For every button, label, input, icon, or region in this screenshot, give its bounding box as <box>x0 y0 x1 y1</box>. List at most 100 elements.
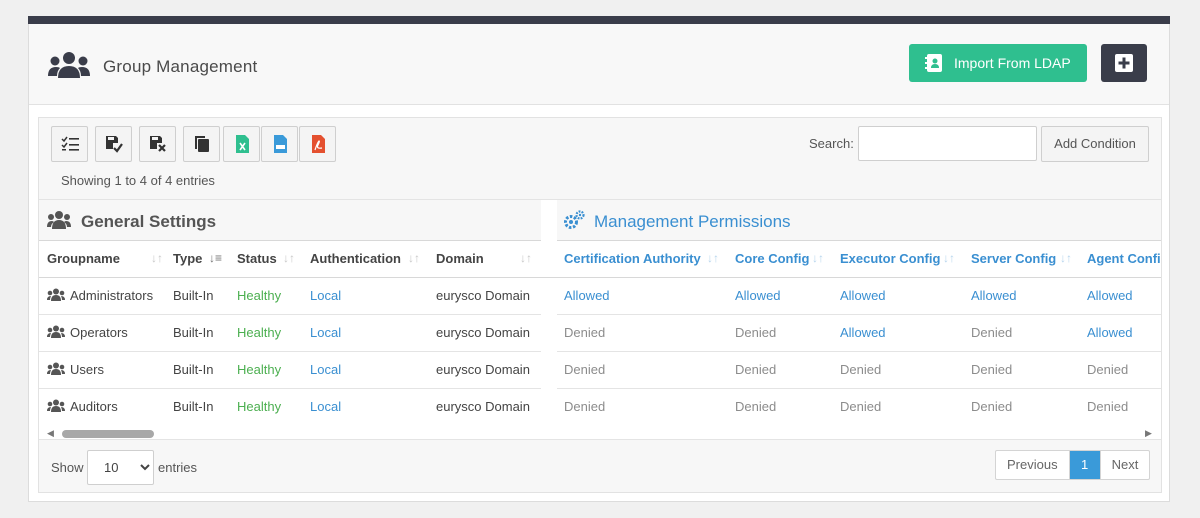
cell-executor-config: Allowed <box>840 288 886 303</box>
cell-server-config: Denied <box>971 399 1013 414</box>
add-group-button[interactable] <box>1101 44 1147 82</box>
row-divider <box>557 388 1161 389</box>
users-icon <box>47 288 65 301</box>
reset-view-button[interactable] <box>139 126 176 162</box>
cell-agent-config: Denied <box>1087 362 1129 377</box>
cell-type: Built-In <box>173 288 214 303</box>
search-input[interactable] <box>858 126 1037 161</box>
groups-table: General Settings Management Permissions … <box>39 199 1161 439</box>
column-header-agent-config[interactable]: Agent Config <box>1087 240 1161 277</box>
pdf-export-icon <box>312 135 325 153</box>
show-label: Show <box>51 460 84 475</box>
general-settings-title: General Settings <box>81 212 217 231</box>
cell-domain: eurysco Domain <box>436 362 530 377</box>
column-header-type[interactable]: Type ↓≡ <box>173 240 225 277</box>
column-header-label: Groupname <box>47 251 120 266</box>
csv-export-button[interactable] <box>261 126 298 162</box>
column-header-core-config[interactable]: Core Config ↓↑ <box>735 240 829 277</box>
scrollbar-thumb[interactable] <box>62 430 154 438</box>
column-header-label: Certification Authority <box>564 251 701 266</box>
sort-icon: ↓↑ <box>943 251 955 265</box>
column-header-label: Executor Config <box>840 251 941 266</box>
cell-groupname: Auditors <box>70 399 118 414</box>
cell-server-config: Allowed <box>971 288 1017 303</box>
import-from-ldap-label: Import From LDAP <box>954 55 1071 71</box>
column-header-status[interactable]: Status ↓↑ <box>237 240 299 277</box>
cell-agent-config: Denied <box>1087 399 1129 414</box>
cell-authentication[interactable]: Local <box>310 325 341 340</box>
row-divider <box>557 314 1161 315</box>
divider <box>39 439 1161 440</box>
horizontal-scrollbar[interactable]: ◀ ▶ <box>39 426 1161 439</box>
search-label: Search: <box>809 136 854 151</box>
cell-certification-authority: Allowed <box>564 288 610 303</box>
save-view-button[interactable] <box>95 126 132 162</box>
divider <box>39 277 1161 278</box>
entries-label: entries <box>158 460 198 475</box>
next-page-button[interactable]: Next <box>1099 451 1150 479</box>
column-header-groupname[interactable]: Groupname ↓↑ <box>47 240 163 277</box>
add-condition-button[interactable]: Add Condition <box>1041 126 1149 162</box>
cell-domain: eurysco Domain <box>436 325 530 340</box>
page-1-button[interactable]: 1 <box>1069 451 1100 479</box>
cell-certification-authority: Denied <box>564 399 606 414</box>
cell-executor-config: Denied <box>840 399 882 414</box>
cell-core-config: Denied <box>735 399 777 414</box>
column-header-executor-config[interactable]: Executor Config ↓↑ <box>840 240 964 277</box>
column-header-certification-authority[interactable]: Certification Authority ↓↑ <box>564 240 724 277</box>
column-header-server-config[interactable]: Server Config ↓↑ <box>971 240 1081 277</box>
previous-page-button[interactable]: Previous <box>996 451 1070 479</box>
general-settings-header: General Settings <box>39 200 541 240</box>
cell-domain: eurysco Domain <box>436 288 530 303</box>
sort-icon: ↓↑ <box>707 251 719 265</box>
cell-groupname: Administrators <box>70 288 154 303</box>
cell-groupname: Operators <box>70 325 128 340</box>
cell-authentication[interactable]: Local <box>310 362 341 377</box>
cell-domain: eurysco Domain <box>436 399 530 414</box>
users-icon <box>47 211 71 229</box>
column-header-domain[interactable]: Domain ↓↑ <box>436 240 534 277</box>
cell-groupname: Users <box>70 362 104 377</box>
users-icon <box>47 325 65 338</box>
showing-entries-info: Showing 1 to 4 of 4 entries <box>61 173 215 188</box>
select-all-button[interactable] <box>51 126 88 162</box>
scroll-right-icon[interactable]: ▶ <box>1145 428 1152 439</box>
import-from-ldap-button[interactable]: Import From LDAP <box>909 44 1087 82</box>
sort-icon: ↓↑ <box>408 251 420 265</box>
column-header-authentication[interactable]: Authentication ↓↑ <box>310 240 424 277</box>
cell-server-config: Denied <box>971 325 1013 340</box>
select-all-icon <box>61 136 79 151</box>
excel-export-button[interactable] <box>223 126 260 162</box>
cell-server-config: Denied <box>971 362 1013 377</box>
column-header-label: Server Config <box>971 251 1057 266</box>
cell-status: Healthy <box>237 362 282 377</box>
excel-export-icon <box>236 135 249 153</box>
cell-core-config: Denied <box>735 362 777 377</box>
save-view-icon <box>106 136 123 153</box>
cell-status: Healthy <box>237 399 282 414</box>
reset-view-icon <box>150 136 166 152</box>
management-permissions-title: Management Permissions <box>594 212 791 231</box>
cell-authentication[interactable]: Local <box>310 288 341 303</box>
cell-status: Healthy <box>237 288 282 303</box>
cell-agent-config: Allowed <box>1087 288 1133 303</box>
sort-icon: ↓↑ <box>151 251 163 265</box>
copy-button[interactable] <box>183 126 220 162</box>
cell-authentication[interactable]: Local <box>310 399 341 414</box>
users-icon <box>47 399 65 412</box>
cell-core-config: Denied <box>735 325 777 340</box>
management-permissions-header: Management Permissions <box>557 200 1161 240</box>
card-header: Group Management Import From LDAP <box>29 24 1169 105</box>
column-header-label: Type <box>173 251 203 266</box>
cell-executor-config: Denied <box>840 362 882 377</box>
row-divider <box>39 388 541 389</box>
cell-certification-authority: Denied <box>564 325 606 340</box>
sort-ascending-icon: ↓≡ <box>209 251 223 265</box>
cell-certification-authority: Denied <box>564 362 606 377</box>
users-icon <box>47 362 65 375</box>
pdf-export-button[interactable] <box>299 126 336 162</box>
column-header-label: Domain <box>436 251 484 266</box>
page-size-select[interactable]: 10 <box>87 450 154 485</box>
column-header-label: Authentication <box>310 251 401 266</box>
scroll-left-icon[interactable]: ◀ <box>47 428 54 439</box>
